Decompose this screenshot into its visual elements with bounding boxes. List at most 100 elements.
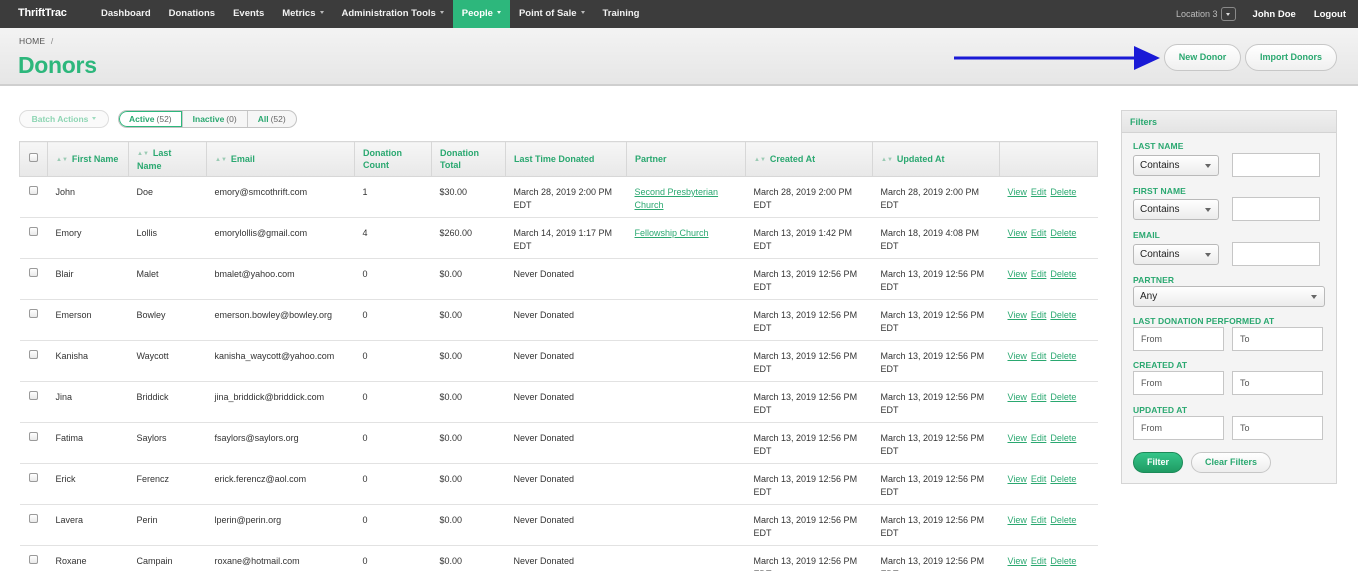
view-link[interactable]: View [1008, 474, 1027, 484]
select-all-checkbox[interactable] [29, 153, 38, 162]
view-link[interactable]: View [1008, 556, 1027, 566]
edit-link[interactable]: Edit [1031, 433, 1047, 443]
view-link[interactable]: View [1008, 187, 1027, 197]
row-checkbox[interactable] [29, 268, 38, 277]
batch-actions-button[interactable]: Batch Actions [19, 110, 109, 128]
delete-link[interactable]: Delete [1050, 269, 1076, 279]
breadcrumb-home[interactable]: HOME [19, 36, 45, 46]
row-checkbox[interactable] [29, 391, 38, 400]
edit-link[interactable]: Edit [1031, 351, 1047, 361]
row-checkbox[interactable] [29, 473, 38, 482]
view-link[interactable]: View [1008, 310, 1027, 320]
last-name-operator-select[interactable]: Contains [1133, 155, 1219, 176]
nav-label: Dashboard [101, 8, 151, 19]
cell-last-donated: Never Donated [505, 463, 627, 505]
cell-last-donated: Never Donated [505, 258, 627, 300]
location-dropdown-button[interactable] [1220, 7, 1236, 21]
row-checkbox[interactable] [29, 432, 38, 441]
nav-donations[interactable]: Donations [160, 0, 224, 28]
nav-label: Events [233, 8, 265, 19]
nav-training[interactable]: Training [594, 0, 649, 28]
updated-at-from-input[interactable]: From [1133, 416, 1224, 440]
updated-at-to-input[interactable]: To [1232, 416, 1323, 440]
partner-link[interactable]: Fellowship Church [635, 228, 709, 238]
view-link[interactable]: View [1008, 351, 1027, 361]
import-donors-button[interactable]: Import Donors [1245, 44, 1337, 71]
cell-email: emorylollis@gmail.com [206, 217, 355, 259]
last-donation-to-input[interactable]: To [1232, 327, 1323, 351]
first-name-operator-select[interactable]: Contains [1133, 199, 1219, 220]
edit-link[interactable]: Edit [1031, 556, 1047, 566]
delete-link[interactable]: Delete [1050, 556, 1076, 566]
view-link[interactable]: View [1008, 433, 1027, 443]
nav-dashboard[interactable]: Dashboard [92, 0, 160, 28]
brand-logo[interactable]: ThriftTrac [18, 0, 67, 28]
clear-filters-button[interactable]: Clear Filters [1191, 452, 1271, 473]
delete-link[interactable]: Delete [1050, 310, 1076, 320]
row-checkbox[interactable] [29, 227, 38, 236]
cell-last-donated: Never Donated [505, 340, 627, 382]
cell-email: fsaylors@saylors.org [206, 422, 355, 464]
delete-link[interactable]: Delete [1050, 392, 1076, 402]
cell-created-at: March 13, 2019 1:42 PM EDT [745, 217, 873, 259]
nav-people[interactable]: People [452, 0, 510, 28]
delete-link[interactable]: Delete [1050, 351, 1076, 361]
tab-active[interactable]: Active (52) [119, 111, 182, 127]
cell-partner: Second Presbyterian Church [626, 176, 746, 218]
cell-actions: View Edit Delete [999, 504, 1098, 546]
view-link[interactable]: View [1008, 228, 1027, 238]
tab-label: Active [129, 114, 155, 124]
edit-link[interactable]: Edit [1031, 187, 1047, 197]
column-updated-at[interactable]: ▲▼ Updated At [872, 141, 1000, 177]
view-link[interactable]: View [1008, 515, 1027, 525]
nav-administration-tools[interactable]: Administration Tools [333, 0, 453, 28]
cell-created-at: March 13, 2019 12:56 PM EDT [745, 463, 873, 505]
edit-link[interactable]: Edit [1031, 515, 1047, 525]
row-checkbox[interactable] [29, 555, 38, 564]
edit-link[interactable]: Edit [1031, 310, 1047, 320]
created-at-to-input[interactable]: To [1232, 371, 1323, 395]
delete-link[interactable]: Delete [1050, 515, 1076, 525]
email-operator-select[interactable]: Contains [1133, 244, 1219, 265]
cell-first-name: John [47, 176, 129, 218]
delete-link[interactable]: Delete [1050, 228, 1076, 238]
column-last-name[interactable]: ▲▼ Last Name [128, 141, 207, 177]
delete-link[interactable]: Delete [1050, 474, 1076, 484]
last-name-filter-input[interactable] [1232, 153, 1320, 177]
edit-link[interactable]: Edit [1031, 269, 1047, 279]
logout-link[interactable]: Logout [1314, 9, 1346, 20]
tab-all[interactable]: All (52) [246, 111, 296, 127]
cell-donation-count: 0 [354, 381, 432, 423]
edit-link[interactable]: Edit [1031, 474, 1047, 484]
row-checkbox[interactable] [29, 309, 38, 318]
view-link[interactable]: View [1008, 269, 1027, 279]
new-donor-button[interactable]: New Donor [1164, 44, 1241, 71]
nav-events[interactable]: Events [224, 0, 273, 28]
partner-select[interactable]: Any [1133, 286, 1325, 307]
filter-button[interactable]: Filter [1133, 452, 1183, 473]
column-first-name[interactable]: ▲▼ First Name [47, 141, 129, 177]
email-filter-input[interactable] [1232, 242, 1320, 266]
nav-point-of-sale[interactable]: Point of Sale [510, 0, 594, 28]
view-link[interactable]: View [1008, 392, 1027, 402]
delete-link[interactable]: Delete [1050, 187, 1076, 197]
user-menu[interactable]: John Doe [1253, 9, 1296, 20]
tab-inactive[interactable]: Inactive (0) [181, 111, 247, 127]
cell-last-donated: March 14, 2019 1:17 PM EDT [505, 217, 627, 259]
edit-link[interactable]: Edit [1031, 392, 1047, 402]
last-donation-from-input[interactable]: From [1133, 327, 1224, 351]
cell-donation-count: 0 [354, 504, 432, 546]
first-name-filter-input[interactable] [1232, 197, 1320, 221]
column-created-at[interactable]: ▲▼ Created At [745, 141, 873, 177]
column-email[interactable]: ▲▼ Email [206, 141, 355, 177]
edit-link[interactable]: Edit [1031, 228, 1047, 238]
delete-link[interactable]: Delete [1050, 433, 1076, 443]
nav-metrics[interactable]: Metrics [273, 0, 332, 28]
row-checkbox[interactable] [29, 186, 38, 195]
row-checkbox[interactable] [29, 350, 38, 359]
row-checkbox[interactable] [29, 514, 38, 523]
cell-updated-at: March 13, 2019 12:56 PM EDT [872, 258, 1000, 300]
partner-link[interactable]: Second Presbyterian Church [635, 187, 719, 210]
sort-icon: ▲▼ [56, 156, 68, 163]
created-at-from-input[interactable]: From [1133, 371, 1224, 395]
